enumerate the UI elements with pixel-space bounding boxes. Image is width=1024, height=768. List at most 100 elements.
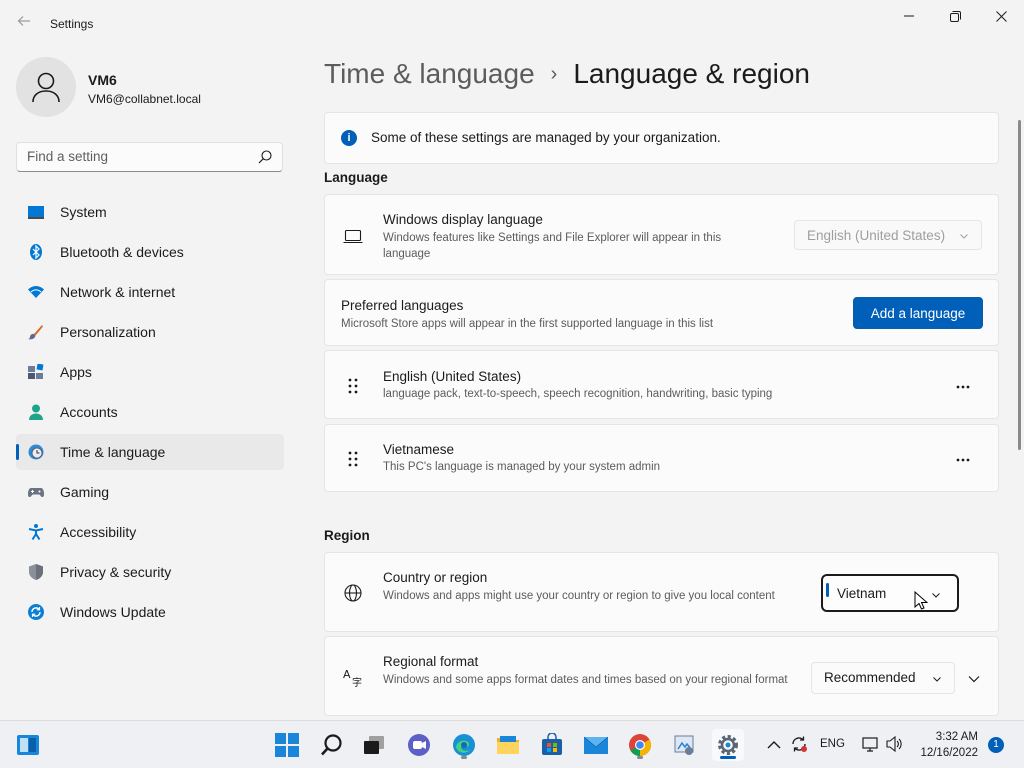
file-explorer-icon[interactable]	[492, 729, 524, 761]
back-arrow-icon[interactable]	[12, 12, 36, 36]
regional-format-card[interactable]: A字 Regional format Windows and some apps…	[324, 636, 999, 716]
sidebar-item-windows-update[interactable]: Windows Update	[16, 594, 284, 630]
more-options-icon[interactable]	[948, 444, 978, 474]
regional-format-title: Regional format	[383, 654, 479, 669]
start-icon[interactable]	[271, 729, 303, 761]
breadcrumb-parent[interactable]: Time & language	[324, 58, 535, 90]
control-panel-icon[interactable]	[668, 729, 700, 761]
globe-icon	[344, 584, 362, 605]
task-view-icon[interactable]	[358, 729, 390, 761]
sidebar-item-time-language[interactable]: Time & language	[16, 434, 284, 470]
laptop-icon	[343, 228, 363, 247]
sidebar-item-accessibility[interactable]: Accessibility	[16, 514, 284, 550]
display-language-dropdown: English (United States)	[794, 220, 982, 250]
language-section-header: Language	[324, 170, 388, 185]
mail-icon[interactable]	[580, 729, 612, 761]
running-indicator	[637, 756, 643, 759]
taskbar-clock[interactable]: 3:32 AM 12/16/2022	[914, 729, 978, 761]
display-language-card: Windows display language Windows feature…	[324, 194, 999, 275]
regional-format-desc: Windows and some apps format dates and t…	[383, 674, 788, 686]
search-input[interactable]	[27, 149, 247, 164]
language-item-vietnamese[interactable]: Vietnamese This PC's language is managed…	[324, 424, 999, 492]
globe-clock-icon	[28, 444, 44, 460]
country-region-dropdown[interactable]: Vietnam	[821, 574, 959, 612]
bluetooth-icon	[28, 244, 44, 260]
drag-handle-icon[interactable]	[348, 451, 358, 467]
sidebar-item-label: Network & internet	[60, 284, 176, 300]
running-indicator	[461, 756, 467, 759]
sync-icon[interactable]	[790, 735, 808, 756]
preferred-languages-title: Preferred languages	[341, 298, 464, 313]
sidebar-item-privacy[interactable]: Privacy & security	[16, 554, 284, 590]
user-name: VM6	[88, 72, 117, 88]
sidebar-nav: System Bluetooth & devices Network & int…	[16, 194, 284, 634]
sidebar-item-label: System	[60, 204, 107, 220]
drag-handle-icon[interactable]	[348, 378, 358, 394]
person-icon	[28, 404, 44, 420]
wifi-icon	[28, 284, 44, 300]
scrollbar[interactable]	[1018, 120, 1021, 450]
user-email: VM6@collabnet.local	[88, 92, 201, 106]
language-name: English (United States)	[383, 369, 522, 384]
gamepad-icon	[28, 484, 44, 500]
sidebar-item-gaming[interactable]: Gaming	[16, 474, 284, 510]
chevron-up-icon[interactable]	[767, 738, 781, 753]
taskbar: ENG	[0, 720, 1024, 768]
update-icon	[28, 604, 44, 620]
search-icon[interactable]	[258, 150, 272, 167]
apps-icon	[28, 363, 44, 380]
sidebar-item-label: Gaming	[60, 484, 110, 500]
store-icon[interactable]	[536, 729, 568, 761]
edge-icon[interactable]	[448, 729, 480, 761]
chrome-icon[interactable]	[624, 729, 656, 761]
input-language-indicator[interactable]: ENG	[820, 738, 845, 750]
more-options-icon[interactable]	[948, 371, 978, 401]
settings-icon[interactable]	[712, 729, 744, 761]
volume-icon[interactable]	[886, 735, 904, 755]
app-title: Settings	[50, 17, 94, 31]
breadcrumb-separator: ›	[550, 62, 558, 85]
search-box[interactable]	[16, 142, 283, 172]
expand-chevron-icon[interactable]	[968, 672, 980, 687]
language-name: Vietnamese	[383, 442, 455, 457]
mouse-cursor-icon	[914, 590, 929, 614]
sidebar-item-apps[interactable]: Apps	[16, 354, 284, 390]
avatar[interactable]	[16, 57, 76, 117]
search-icon[interactable]	[316, 729, 348, 761]
close-icon[interactable]	[978, 0, 1024, 32]
title-bar: Settings	[0, 0, 1024, 48]
sidebar-item-label: Accounts	[60, 404, 118, 420]
dropdown-value: Recommended	[824, 670, 916, 685]
chevron-down-icon	[931, 588, 941, 603]
minimize-icon[interactable]	[886, 0, 932, 32]
language-item-english[interactable]: English (United States) language pack, t…	[324, 350, 999, 419]
sidebar-item-label: Windows Update	[60, 604, 166, 620]
region-section-header: Region	[324, 528, 370, 543]
breadcrumb: Time & language › Language & region	[324, 58, 810, 90]
sidebar-item-bluetooth[interactable]: Bluetooth & devices	[16, 234, 284, 270]
clock-time: 3:32 AM	[935, 731, 978, 743]
teams-chat-icon[interactable]	[403, 729, 435, 761]
sidebar-item-label: Privacy & security	[60, 564, 172, 580]
sidebar-item-system[interactable]: System	[16, 194, 284, 230]
language-format-icon: A字	[343, 667, 365, 690]
sidebar-item-label: Personalization	[60, 324, 156, 340]
sidebar-item-network[interactable]: Network & internet	[16, 274, 284, 310]
active-indicator	[720, 756, 736, 759]
dropdown-value: English (United States)	[807, 228, 946, 243]
network-icon[interactable]	[862, 736, 880, 755]
add-language-button[interactable]: Add a language	[853, 297, 983, 329]
dropdown-value: Vietnam	[837, 586, 887, 601]
managed-info-banner: i Some of these settings are managed by …	[324, 112, 999, 164]
svg-text:A: A	[343, 668, 351, 681]
regional-format-dropdown[interactable]: Recommended	[811, 662, 955, 694]
sidebar-item-label: Time & language	[60, 444, 166, 460]
notification-badge[interactable]: 1	[988, 737, 1004, 753]
preferred-languages-desc: Microsoft Store apps will appear in the …	[341, 318, 714, 330]
sidebar-item-personalization[interactable]: Personalization	[16, 314, 284, 350]
brush-icon	[28, 324, 44, 340]
sidebar-item-accounts[interactable]: Accounts	[16, 394, 284, 430]
maximize-icon[interactable]	[932, 0, 978, 32]
widgets-icon[interactable]	[12, 729, 44, 761]
info-icon: i	[341, 130, 357, 146]
